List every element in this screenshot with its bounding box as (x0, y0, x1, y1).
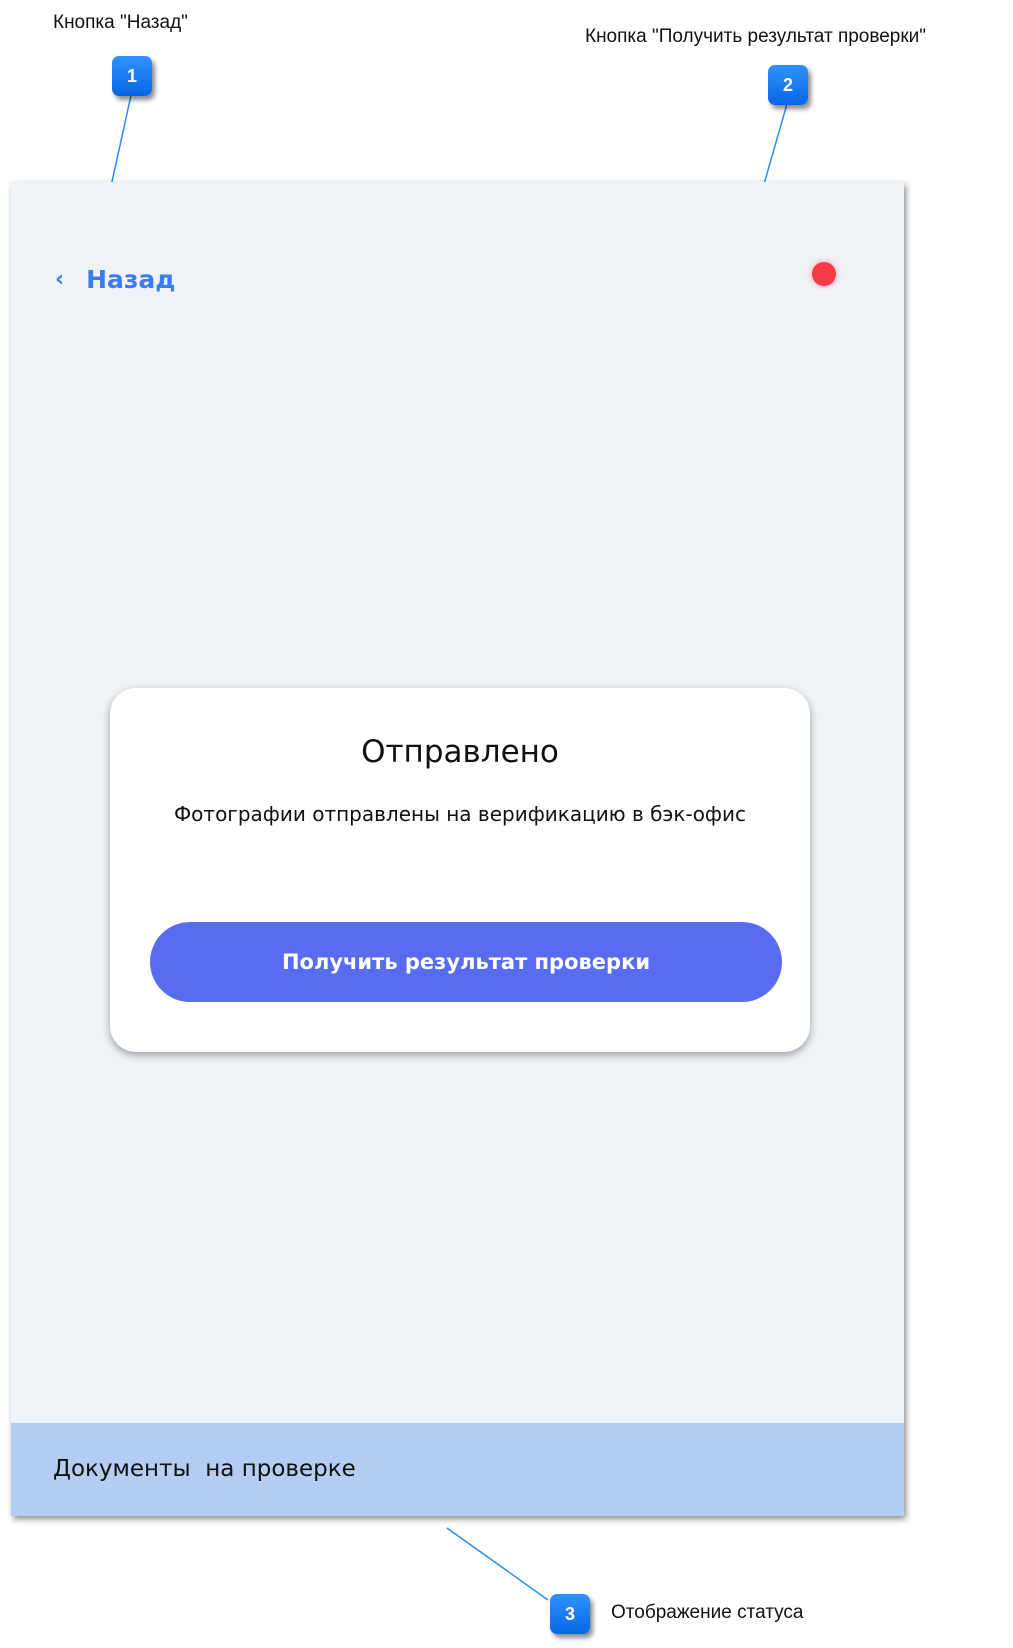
callout-badge-2: 2 (768, 65, 808, 105)
annotation-label-1: Кнопка "Назад" (53, 12, 188, 33)
status-text: Документы на проверке (53, 1456, 356, 1482)
chevron-left-icon: ‹ (55, 267, 65, 292)
status-bar: Документы на проверке (11, 1423, 904, 1516)
annotation-label-2: Кнопка "Получить результат проверки" (585, 26, 927, 47)
back-button[interactable]: ‹ Назад (55, 262, 175, 298)
status-indicator-dot (812, 262, 836, 286)
leader-line-3 (446, 1527, 549, 1601)
card-title: Отправлено (361, 734, 559, 770)
callout-badge-3: 3 (550, 1594, 590, 1634)
annotation-label-3: Отображение статуса (611, 1602, 804, 1623)
get-verification-result-button[interactable]: Получить результат проверки (150, 922, 782, 1002)
annotated-screenshot: Кнопка "Назад" Кнопка "Получить результа… (0, 0, 1013, 1648)
submission-result-card: Отправлено Фотографии отправлены на вери… (110, 688, 810, 1052)
card-message: Фотографии отправлены на верификацию в б… (173, 802, 747, 826)
back-button-label: Назад (86, 265, 176, 294)
app-screen: ‹ Назад Отправлено Фотографии отправлены… (11, 182, 904, 1516)
callout-badge-1: 1 (112, 56, 152, 96)
